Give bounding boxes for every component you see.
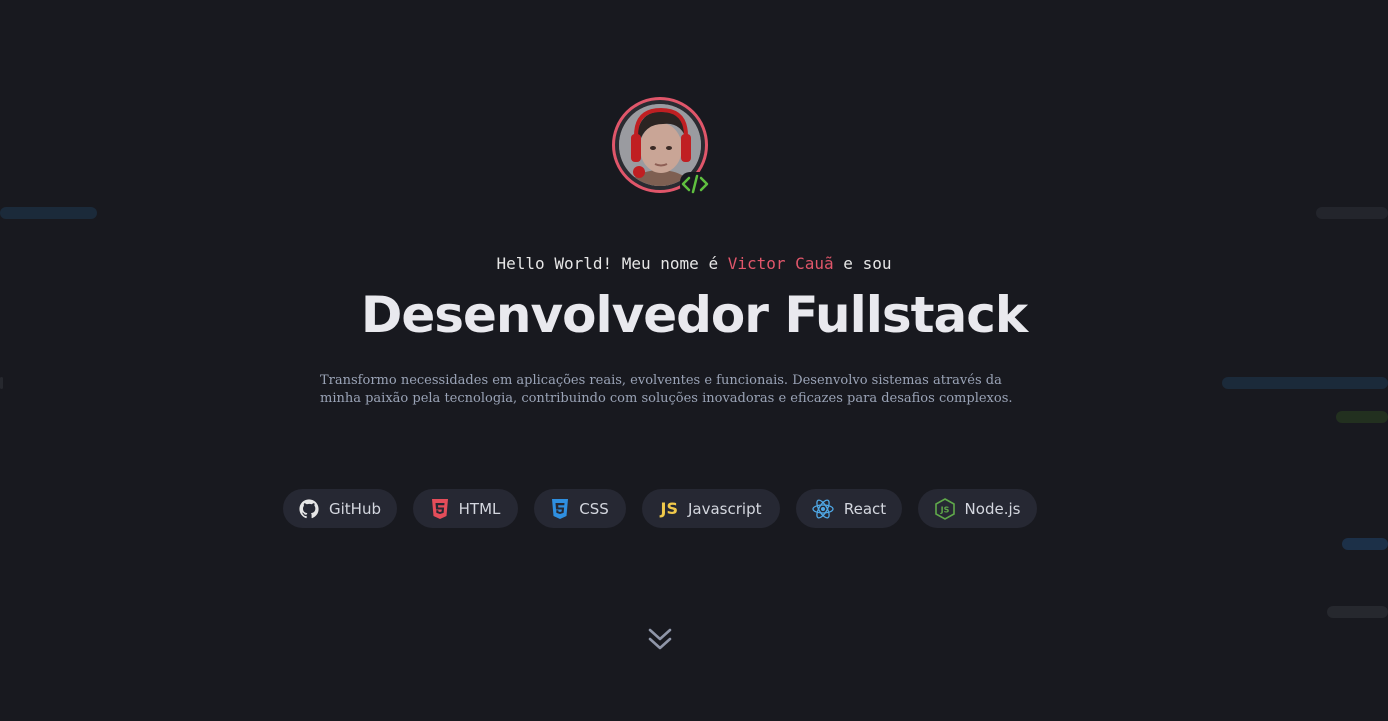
code-icon (678, 170, 712, 198)
greeting-suffix: e sou (833, 254, 892, 273)
hero-role-title: Desenvolvedor Fullstack (360, 286, 1028, 344)
skill-label: GitHub (329, 499, 381, 518)
svg-text:JS: JS (939, 505, 949, 514)
skill-label: React (843, 499, 887, 518)
decor-streak (1336, 411, 1388, 423)
skill-chip-react[interactable]: React (796, 489, 902, 528)
skill-label: HTML (458, 499, 501, 518)
hero-description: Transformo necessidades em aplicações re… (320, 373, 1013, 406)
skill-label: Node.js (964, 499, 1021, 518)
double-chevron-down-icon[interactable] (646, 624, 674, 654)
hero-greeting: Hello World! Meu nome é Victor Cauã e so… (0, 254, 1388, 273)
js-icon: JS (660, 499, 678, 518)
skill-chip-github[interactable]: GitHub (283, 489, 397, 528)
skill-chip-javascript[interactable]: JS Javascript (642, 489, 780, 528)
decor-streak (1222, 377, 1388, 389)
react-icon (812, 498, 834, 519)
skill-label: CSS (579, 499, 609, 518)
skill-chip-html[interactable]: HTML (413, 489, 518, 528)
skill-chip-nodejs[interactable]: JS Node.js (918, 489, 1037, 528)
skill-chip-css[interactable]: CSS (534, 489, 626, 528)
skill-label: Javascript (688, 499, 762, 518)
decor-streak (1316, 207, 1388, 219)
html5-icon (431, 498, 449, 519)
profile-avatar (612, 97, 710, 196)
decor-streak (0, 207, 97, 219)
decor-streak (0, 377, 3, 389)
skills-list: GitHub HTML CSS JS Javascript React JS N… (0, 489, 1388, 528)
author-name: Victor Cauã (727, 254, 834, 273)
greeting-prefix: Hello World! Meu nome é (496, 254, 728, 273)
decor-streak (1327, 606, 1388, 618)
nodejs-icon: JS (934, 497, 955, 520)
github-icon (299, 498, 319, 519)
css3-icon (551, 498, 569, 519)
decor-streak (1342, 538, 1388, 550)
